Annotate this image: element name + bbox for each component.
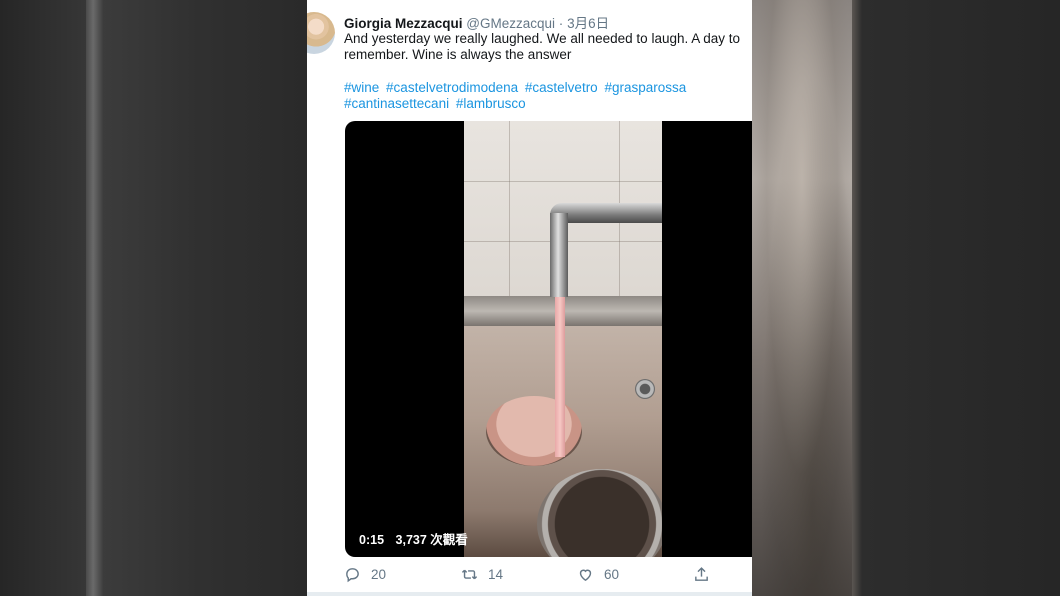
separator-dot: · <box>558 16 564 31</box>
video-frame <box>464 121 662 557</box>
hashtag-link[interactable]: #grasparossa <box>604 80 686 95</box>
retweet-icon <box>461 569 478 580</box>
tweet-date[interactable]: 3月6日 <box>567 16 609 31</box>
hashtag-link[interactable]: #lambrusco <box>456 96 526 111</box>
avatar[interactable] <box>307 12 335 54</box>
like-count: 60 <box>604 567 620 582</box>
bowl <box>486 396 582 466</box>
tweet-header: Giorgia Mezzacqui @GMezzacqui · 3月6日 <box>344 12 609 32</box>
like-button[interactable]: 60 <box>577 566 619 583</box>
video-meta: 0:15 3,737 次觀看 <box>359 529 476 548</box>
hashtag-link[interactable]: #wine <box>344 80 379 95</box>
tweet-actions: 20 14 60 <box>344 566 744 586</box>
tweet-card[interactable]: Giorgia Mezzacqui @GMezzacqui · 3月6日 And… <box>307 0 752 596</box>
heart-icon <box>579 569 592 582</box>
wine-stream <box>555 297 565 457</box>
hashtag-list: #wine #castelvetrodimodena #castelvetro … <box>344 80 744 112</box>
reply-count: 20 <box>371 567 387 582</box>
tweet-text: And yesterday we really laughed. We all … <box>344 31 741 62</box>
author-name[interactable]: Giorgia Mezzacqui <box>344 16 463 31</box>
video-duration: 0:15 <box>359 533 385 547</box>
hashtag-link[interactable]: #castelvetrodimodena <box>386 80 518 95</box>
reply-button[interactable]: 20 <box>344 566 386 583</box>
background-left-edge <box>86 0 104 596</box>
author-handle[interactable]: @GMezzacqui <box>466 16 555 31</box>
retweet-button[interactable]: 14 <box>461 566 503 583</box>
share-button[interactable] <box>693 566 720 583</box>
reply-icon <box>346 568 359 583</box>
hashtag-link[interactable]: #castelvetro <box>525 80 598 95</box>
card-divider <box>307 592 752 596</box>
background-left <box>0 0 307 596</box>
hashtag-link[interactable]: #cantinasettecani <box>344 96 449 111</box>
background-right-blur <box>752 0 852 596</box>
video-player[interactable]: 0:15 3,737 次觀看 <box>345 121 752 557</box>
video-views: 3,737 次觀看 <box>395 533 468 547</box>
retweet-count: 14 <box>488 567 504 582</box>
share-icon <box>695 567 708 581</box>
